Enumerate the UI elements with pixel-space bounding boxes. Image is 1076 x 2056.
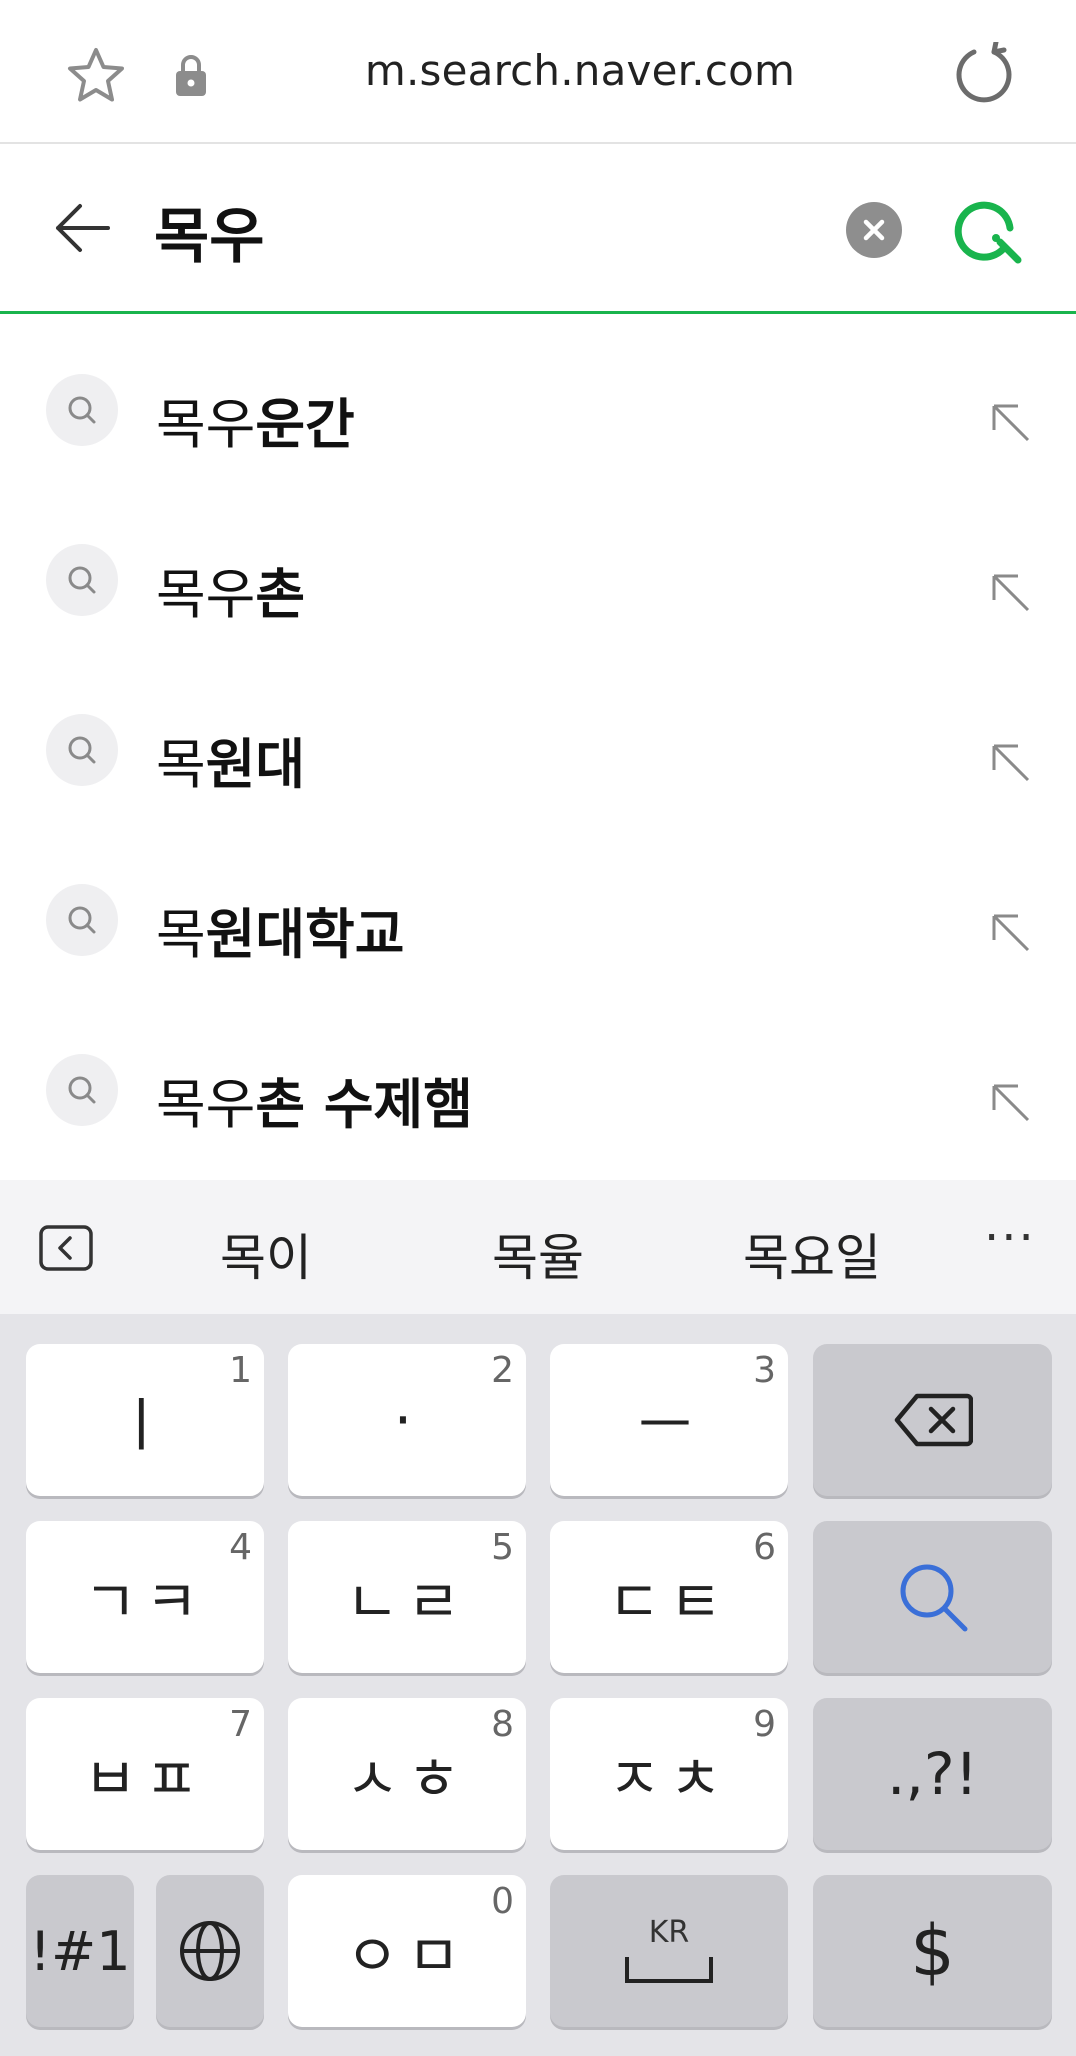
key-bieup[interactable]: ㅂㅍ 7 <box>26 1698 264 1850</box>
more-options-button[interactable]: ··· <box>984 1210 1036 1266</box>
backspace-key[interactable] <box>813 1344 1052 1496</box>
collapse-toolbar-icon[interactable] <box>38 1224 94 1272</box>
back-arrow-icon[interactable] <box>52 198 112 258</box>
key-digeut[interactable]: ㄷㅌ 6 <box>550 1521 788 1673</box>
fill-query-arrow-icon[interactable] <box>986 398 1034 446</box>
backspace-icon <box>894 1393 973 1447</box>
key-label: · <box>393 1386 421 1454</box>
key-label: ㄱㅋ <box>83 1568 207 1636</box>
dollar-key[interactable]: $ <box>813 1875 1052 2027</box>
suggestion-item[interactable]: 목우운간 <box>0 318 1076 488</box>
key-number: 7 <box>229 1704 252 1745</box>
suggestion-item[interactable]: 목우촌 <box>0 488 1076 658</box>
search-key[interactable] <box>813 1521 1052 1673</box>
reload-icon[interactable] <box>952 42 1016 106</box>
suggestion-text: 목우촌 수제햄 <box>156 1073 473 1136</box>
key-number: 8 <box>491 1704 514 1745</box>
space-icon <box>625 1957 713 1983</box>
fill-query-arrow-icon[interactable] <box>986 908 1034 956</box>
key-label: .,?! <box>887 1740 978 1808</box>
key-label: ㅅㅎ <box>345 1745 469 1813</box>
clear-input-button[interactable] <box>846 202 902 258</box>
suggestion-text: 목우촌 <box>156 563 306 626</box>
key-label: ㅂㅍ <box>83 1745 207 1813</box>
key-number: 1 <box>229 1350 252 1391</box>
key-number: 3 <box>753 1350 776 1391</box>
search-icon <box>900 1564 967 1632</box>
search-input[interactable]: 목우 <box>154 188 264 275</box>
keyboard-prediction-bar: 목이 목율 목요일 ··· <box>0 1180 1076 1314</box>
suggestion-item[interactable]: 목원대 <box>0 658 1076 828</box>
search-bar: 목우 <box>0 146 1076 314</box>
fill-query-arrow-icon[interactable] <box>986 738 1034 786</box>
symbols-key[interactable]: !#1 <box>26 1875 134 2027</box>
key-label: $ <box>910 1910 955 1992</box>
prediction-word[interactable]: 목율 <box>438 1218 638 1290</box>
key-number: 4 <box>229 1527 252 1568</box>
key-number: 5 <box>491 1527 514 1568</box>
key-number: 2 <box>491 1350 514 1391</box>
suggestion-item[interactable]: 목우촌 수제햄 <box>0 998 1076 1168</box>
key-ieung[interactable]: ㅇㅁ 0 <box>288 1875 526 2027</box>
key-i[interactable]: ㅣ 1 <box>26 1344 264 1496</box>
key-label: ㅇㅁ <box>345 1922 469 1990</box>
key-nieun[interactable]: ㄴㄹ 5 <box>288 1521 526 1673</box>
bookmark-star-icon[interactable] <box>64 44 128 108</box>
key-label: ㅈㅊ <box>607 1745 731 1813</box>
key-jieut[interactable]: ㅈㅊ 9 <box>550 1698 788 1850</box>
key-dot[interactable]: · 2 <box>288 1344 526 1496</box>
suggestion-search-icon <box>46 1054 118 1126</box>
suggestion-text: 목우운간 <box>156 393 355 456</box>
close-icon <box>863 219 885 241</box>
fill-query-arrow-icon[interactable] <box>986 1078 1034 1126</box>
key-label: ㄴㄹ <box>345 1568 469 1636</box>
key-number: 6 <box>753 1527 776 1568</box>
suggestion-list: 목우운간 목우촌 목원대 목원대학교 목우촌 수제햄 <box>0 318 1076 1168</box>
url-text[interactable]: m.search.naver.com <box>300 46 860 95</box>
space-key[interactable]: KR <box>550 1875 788 2027</box>
prediction-word[interactable]: 목요일 <box>712 1218 912 1290</box>
key-label: !#1 <box>29 1919 131 1983</box>
language-switch-key[interactable] <box>156 1875 264 2027</box>
suggestion-search-icon <box>46 714 118 786</box>
key-label: ㅣ <box>114 1391 176 1459</box>
key-label: ㅡ <box>638 1391 700 1459</box>
browser-url-bar: m.search.naver.com <box>0 0 1076 144</box>
prediction-word[interactable]: 목이 <box>166 1218 366 1290</box>
suggestion-search-icon <box>46 544 118 616</box>
key-eu[interactable]: ㅡ 3 <box>550 1344 788 1496</box>
punctuation-key[interactable]: .,?! <box>813 1698 1052 1850</box>
globe-icon <box>180 1921 240 1981</box>
key-siot[interactable]: ㅅㅎ 8 <box>288 1698 526 1850</box>
fill-query-arrow-icon[interactable] <box>986 568 1034 616</box>
lock-icon <box>176 55 206 96</box>
keyboard: ㅣ 1 · 2 ㅡ 3 ㄱㅋ 4 ㄴㄹ 5 ㄷㅌ 6 ㅂㅍ 7 ㅅㅎ 8 ㅈㅊ … <box>0 1314 1076 2056</box>
suggestion-text: 목원대 <box>156 733 306 796</box>
suggestion-text: 목원대학교 <box>156 903 405 966</box>
search-submit-icon[interactable] <box>952 194 1024 266</box>
suggestion-item[interactable]: 목원대학교 <box>0 828 1076 998</box>
key-label: ㄷㅌ <box>607 1568 731 1636</box>
suggestion-search-icon <box>46 884 118 956</box>
key-giyeok[interactable]: ㄱㅋ 4 <box>26 1521 264 1673</box>
space-language-label: KR <box>648 1915 690 1950</box>
suggestion-search-icon <box>46 374 118 446</box>
key-number: 0 <box>491 1881 514 1922</box>
key-number: 9 <box>753 1704 776 1745</box>
